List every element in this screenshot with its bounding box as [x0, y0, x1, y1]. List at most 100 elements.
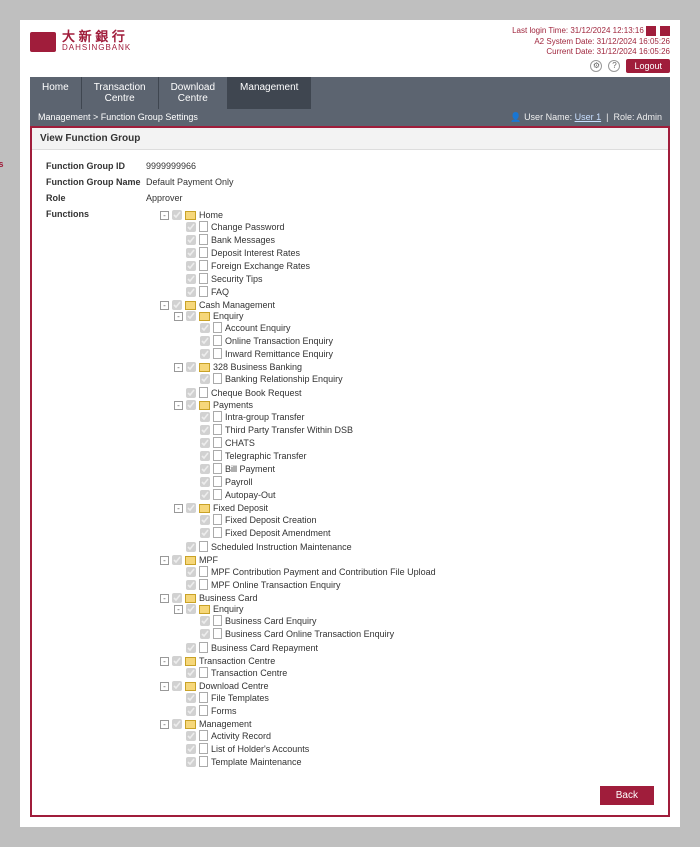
tree-item[interactable]: Autopay-Out — [188, 489, 436, 500]
tree-folder[interactable]: -Enquiry — [174, 311, 436, 321]
expand-icon[interactable]: - — [160, 301, 169, 310]
help-icon[interactable]: ? — [608, 60, 620, 72]
tree-item[interactable]: Telegraphic Transfer — [188, 450, 436, 461]
page-icon — [199, 286, 208, 297]
sidebar-item[interactable]: ▸Function Group Settings — [0, 156, 10, 172]
lang-icon[interactable] — [660, 26, 670, 36]
tab-home[interactable]: Home — [30, 77, 82, 109]
settings-icon[interactable]: ⚙ — [590, 60, 602, 72]
tree-item[interactable]: Inward Remittance Enquiry — [188, 348, 436, 359]
tree-item[interactable]: Intra-group Transfer — [188, 411, 436, 422]
tree-folder[interactable]: -Transaction Centre — [160, 656, 436, 666]
tree-item[interactable]: List of Holder's Accounts — [174, 743, 436, 754]
expand-icon[interactable]: - — [160, 682, 169, 691]
expand-icon[interactable]: - — [160, 211, 169, 220]
functions-tree: -Home Change Password Bank Messages Deposit… — [146, 209, 436, 769]
tree-label: 328 Business Banking — [213, 362, 302, 372]
expand-icon[interactable]: - — [160, 720, 169, 729]
tree-item[interactable]: Security Tips — [174, 273, 436, 284]
tree-folder[interactable]: -Business Card — [160, 593, 436, 603]
tree-label: Scheduled Instruction Maintenance — [211, 542, 352, 552]
tree-item[interactable]: CHATS — [188, 437, 436, 448]
tree-label: Change Password — [211, 222, 285, 232]
expand-icon[interactable]: - — [174, 605, 183, 614]
tree-folder[interactable]: -Cash Management — [160, 300, 436, 310]
tree-item[interactable]: Forms — [174, 705, 436, 716]
tree-folder[interactable]: - 328 Business Banking — [174, 362, 436, 372]
tree-folder[interactable]: - Download Centre — [160, 681, 436, 691]
tree-item[interactable]: Bill Payment — [188, 463, 436, 474]
tree-item[interactable]: Payroll — [188, 476, 436, 487]
tree-item[interactable]: Transaction Centre — [174, 667, 436, 678]
page-icon — [199, 692, 208, 703]
page-icon — [213, 411, 222, 422]
tree-folder[interactable]: -MPF — [160, 555, 436, 565]
tree-item[interactable]: Account Enquiry — [188, 322, 436, 333]
tree-item[interactable]: Business Card Enquiry — [188, 615, 436, 626]
sidebar-item[interactable]: ▸Activity Record — [0, 66, 10, 82]
tree-item[interactable]: Activity Record — [174, 730, 436, 741]
tree-item[interactable]: File Templates — [174, 692, 436, 703]
tree-item[interactable]: FAQ — [174, 286, 436, 297]
expand-icon[interactable]: - — [160, 657, 169, 666]
tree-folder[interactable]: -Management — [160, 719, 436, 729]
page-icon — [199, 743, 208, 754]
page-icon — [213, 348, 222, 359]
tree-label: MPF Contribution Payment and Contributio… — [211, 567, 436, 577]
sidebar-item[interactable]: ▸List of Holder's Accounts — [0, 82, 10, 98]
expand-icon[interactable]: - — [160, 556, 169, 565]
tree-checkbox — [186, 261, 196, 271]
tab-management[interactable]: Management — [228, 77, 311, 109]
fg-id-label: Function Group ID — [46, 161, 146, 171]
tree-label: Fixed Deposit — [213, 503, 268, 513]
tab-transaction[interactable]: Transaction Centre — [82, 77, 159, 109]
logout-button[interactable]: Logout — [626, 59, 670, 73]
tree-checkbox — [186, 248, 196, 258]
expand-icon[interactable]: - — [174, 363, 183, 372]
tree-label: Fixed Deposit Creation — [225, 515, 317, 525]
spacer — [188, 323, 197, 332]
role-meta-value: Approver — [146, 193, 183, 203]
tree-item[interactable]: Fixed Deposit Amendment — [188, 527, 436, 538]
tree-item[interactable]: Deposit Interest Rates — [174, 247, 436, 258]
tree-item[interactable]: Scheduled Instruction Maintenance — [174, 541, 436, 552]
tree-item[interactable]: Change Password — [174, 221, 436, 232]
tree-item[interactable]: Online Transaction Enquiry — [188, 335, 436, 346]
tree-item[interactable]: Fixed Deposit Creation — [188, 514, 436, 525]
tree-item[interactable]: MPF Online Transaction Enquiry — [174, 579, 436, 590]
tree-item[interactable]: Third Party Transfer Within DSB — [188, 424, 436, 435]
tree-item[interactable]: Business Card Repayment — [174, 642, 436, 653]
user-link[interactable]: User 1 — [575, 112, 602, 122]
tree-item[interactable]: Cheque Book Request — [174, 387, 436, 398]
expand-icon[interactable]: - — [160, 594, 169, 603]
expand-icon[interactable]: - — [174, 504, 183, 513]
sidebar-item[interactable]: ▸Customer Limit Settings — [0, 124, 10, 140]
lang-icon[interactable] — [646, 26, 656, 36]
tree-item[interactable]: Business Card Online Transaction Enquiry — [188, 628, 436, 639]
tree-item[interactable]: MPF Contribution Payment and Contributio… — [174, 566, 436, 577]
tree-folder[interactable]: -Payments — [174, 400, 436, 410]
tree-item[interactable]: Banking Relationship Enquiry — [188, 373, 436, 384]
expand-icon[interactable]: - — [174, 401, 183, 410]
sidebar-item[interactable]: ▸User Settings — [0, 140, 10, 156]
expand-icon[interactable]: - — [174, 312, 183, 321]
sidebar-item[interactable]: ▸Authorization Settings — [0, 172, 10, 188]
sidebar-item[interactable]: ▸Beneficiary Accounts Management — [0, 98, 10, 124]
tree-item[interactable]: Template Maintenance — [174, 756, 436, 767]
folder-icon — [199, 363, 210, 372]
tree-folder[interactable]: -Enquiry — [174, 604, 436, 614]
tree-item[interactable]: Foreign Exchange Rates — [174, 260, 436, 271]
tree-label: Online Transaction Enquiry — [225, 336, 333, 346]
tree-checkbox — [200, 515, 210, 525]
tree-label: CHATS — [225, 438, 255, 448]
back-button[interactable]: Back — [600, 786, 654, 805]
fg-name-label: Function Group Name — [46, 177, 146, 187]
tree-label: Third Party Transfer Within DSB — [225, 425, 353, 435]
tree-folder[interactable]: -Home — [160, 210, 436, 220]
tree-folder[interactable]: - Fixed Deposit — [174, 503, 436, 513]
tab-download[interactable]: Download Centre — [159, 77, 228, 109]
tree-label: MPF Online Transaction Enquiry — [211, 580, 341, 590]
role-label: Role: — [613, 112, 634, 122]
tree-item[interactable]: Bank Messages — [174, 234, 436, 245]
tree-label: Download Centre — [199, 681, 269, 691]
